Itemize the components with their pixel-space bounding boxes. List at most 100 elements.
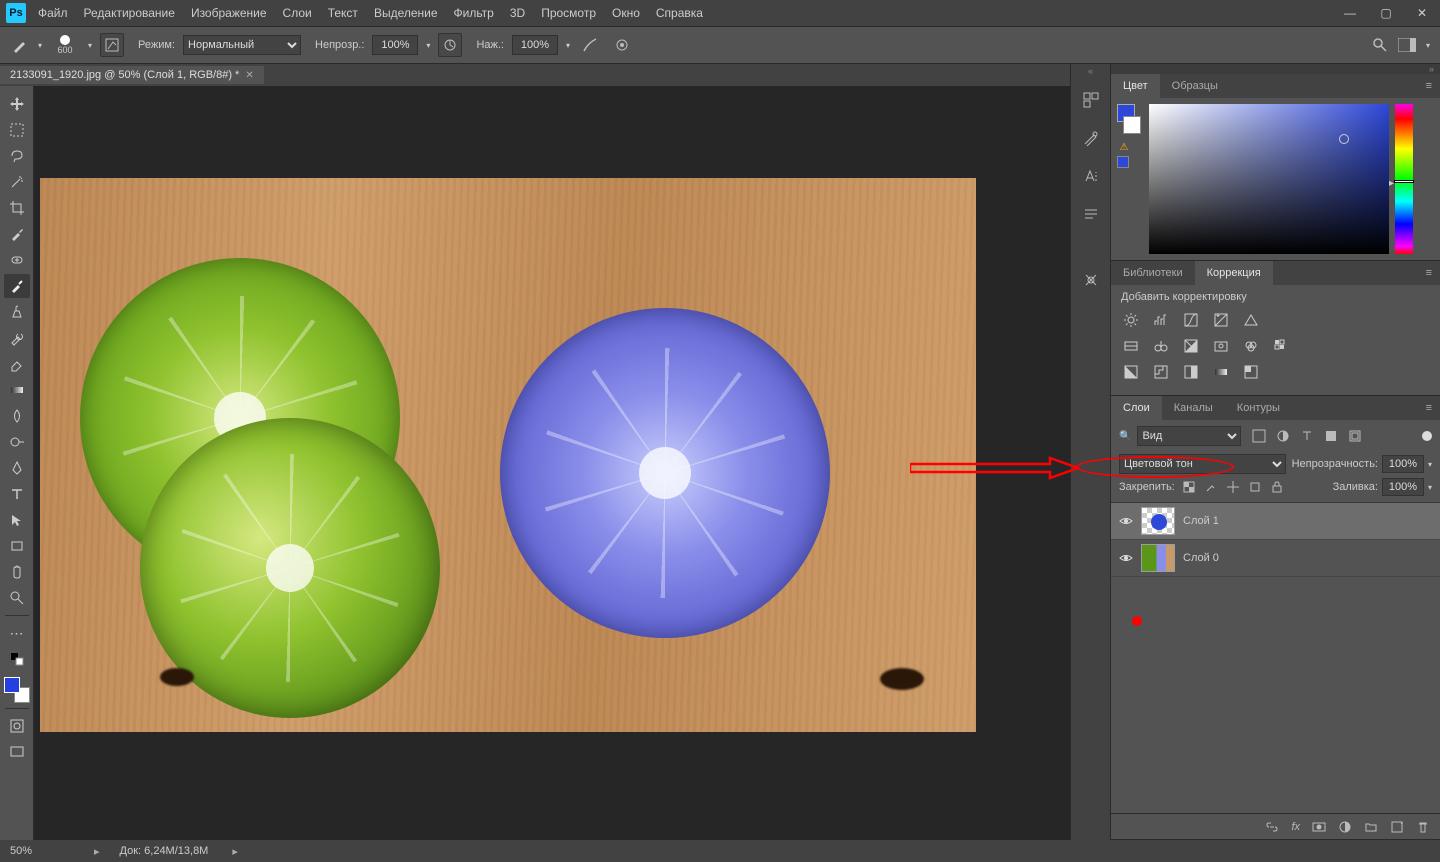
- tab-color[interactable]: Цвет: [1111, 74, 1160, 98]
- exposure-icon[interactable]: [1211, 311, 1231, 329]
- visibility-icon[interactable]: [1119, 514, 1133, 528]
- panel-menu-icon[interactable]: ≡: [1418, 74, 1440, 98]
- layer-kind-select[interactable]: Вид: [1137, 426, 1241, 446]
- levels-icon[interactable]: [1151, 311, 1171, 329]
- dropdown-arrow-icon[interactable]: ▾: [38, 41, 42, 50]
- lock-image-icon[interactable]: [1203, 479, 1219, 495]
- panel-menu-icon[interactable]: ≡: [1418, 261, 1440, 285]
- menu-window[interactable]: Окно: [612, 6, 640, 20]
- layer-name[interactable]: Слой 1: [1183, 515, 1219, 527]
- menu-help[interactable]: Справка: [656, 6, 703, 20]
- pen-tool[interactable]: [4, 456, 30, 480]
- hue-slider[interactable]: [1395, 104, 1413, 254]
- new-layer-icon[interactable]: [1390, 820, 1404, 834]
- blend-mode-select[interactable]: Нормальный: [183, 35, 301, 55]
- lock-artboard-icon[interactable]: [1247, 479, 1263, 495]
- properties-panel-icon[interactable]: [1079, 126, 1103, 150]
- edit-toolbar-button[interactable]: ⋯: [4, 621, 30, 645]
- filter-toggle[interactable]: [1422, 431, 1432, 441]
- clone-stamp-tool[interactable]: [4, 300, 30, 324]
- flow-input[interactable]: [512, 35, 558, 55]
- menu-image[interactable]: Изображение: [191, 6, 267, 20]
- color-swatches[interactable]: [4, 677, 30, 703]
- paragraph-panel-icon[interactable]: [1079, 202, 1103, 226]
- photo-filter-icon[interactable]: [1211, 337, 1231, 355]
- close-tab-icon[interactable]: ✕: [245, 70, 253, 81]
- tab-channels[interactable]: Каналы: [1162, 396, 1225, 420]
- airbrush-button[interactable]: [578, 33, 602, 57]
- link-layers-icon[interactable]: [1265, 820, 1279, 834]
- layer-fill-input[interactable]: [1382, 478, 1424, 496]
- lock-all-icon[interactable]: [1269, 479, 1285, 495]
- layer-thumbnail[interactable]: [1141, 544, 1175, 572]
- dropdown-arrow-icon[interactable]: ▾: [426, 41, 430, 50]
- history-panel-icon[interactable]: [1079, 88, 1103, 112]
- default-colors-icon[interactable]: [4, 647, 30, 671]
- tab-swatches[interactable]: Образцы: [1160, 74, 1230, 98]
- lasso-tool[interactable]: [4, 144, 30, 168]
- doc-info[interactable]: Док: 6,24M/13,8M: [120, 845, 209, 857]
- close-button[interactable]: ✕: [1404, 0, 1440, 26]
- pressure-size-button[interactable]: [610, 33, 634, 57]
- character-panel-icon[interactable]: [1079, 164, 1103, 188]
- tab-libraries[interactable]: Библиотеки: [1111, 261, 1195, 285]
- minimize-button[interactable]: —: [1332, 0, 1368, 26]
- brushes-panel-icon[interactable]: [1079, 268, 1103, 292]
- magic-wand-tool[interactable]: [4, 170, 30, 194]
- bw-icon[interactable]: [1181, 337, 1201, 355]
- lock-position-icon[interactable]: [1225, 479, 1241, 495]
- filter-pixel-icon[interactable]: [1251, 428, 1267, 444]
- search-icon[interactable]: [1372, 37, 1388, 53]
- dodge-tool[interactable]: [4, 430, 30, 454]
- menu-edit[interactable]: Редактирование: [84, 6, 175, 20]
- marquee-tool[interactable]: [4, 118, 30, 142]
- menu-text[interactable]: Текст: [328, 6, 358, 20]
- collapse-dock-icon[interactable]: «: [1071, 66, 1110, 76]
- healing-brush-tool[interactable]: [4, 248, 30, 272]
- menu-3d[interactable]: 3D: [510, 6, 525, 20]
- hue-sat-icon[interactable]: [1121, 337, 1141, 355]
- gradient-map-icon[interactable]: [1211, 363, 1231, 381]
- brush-tool[interactable]: [4, 274, 30, 298]
- adjustment-layer-icon[interactable]: [1338, 820, 1352, 834]
- selective-color-icon[interactable]: [1241, 363, 1261, 381]
- menu-filter[interactable]: Фильтр: [454, 6, 494, 20]
- background-swatch[interactable]: [1123, 116, 1141, 134]
- document-tab[interactable]: 2133091_1920.jpg @ 50% (Слой 1, RGB/8#) …: [0, 66, 264, 84]
- filter-shape-icon[interactable]: [1323, 428, 1339, 444]
- opacity-input[interactable]: [372, 35, 418, 55]
- threshold-icon[interactable]: [1181, 363, 1201, 381]
- filter-adjustment-icon[interactable]: [1275, 428, 1291, 444]
- delete-layer-icon[interactable]: [1416, 820, 1430, 834]
- filter-type-icon[interactable]: [1299, 428, 1315, 444]
- curves-icon[interactable]: [1181, 311, 1201, 329]
- posterize-icon[interactable]: [1151, 363, 1171, 381]
- workspace-button[interactable]: [1398, 38, 1416, 52]
- eyedropper-tool[interactable]: [4, 222, 30, 246]
- color-field[interactable]: [1149, 104, 1389, 254]
- gamut-color[interactable]: [1117, 156, 1129, 168]
- color-lookup-icon[interactable]: [1271, 337, 1291, 355]
- zoom-tool[interactable]: [4, 586, 30, 610]
- brush-size-preview[interactable]: 600: [50, 35, 80, 55]
- blur-tool[interactable]: [4, 404, 30, 428]
- blend-mode-select[interactable]: Цветовой тон: [1119, 454, 1286, 474]
- screen-mode-button[interactable]: [4, 740, 30, 764]
- doc-arrow-icon[interactable]: ▸: [232, 845, 238, 858]
- layer-item[interactable]: Слой 1: [1111, 503, 1440, 540]
- hand-tool[interactable]: [4, 560, 30, 584]
- document-canvas[interactable]: [40, 178, 976, 732]
- gradient-tool[interactable]: [4, 378, 30, 402]
- filter-smart-icon[interactable]: [1347, 428, 1363, 444]
- history-brush-tool[interactable]: [4, 326, 30, 350]
- invert-icon[interactable]: [1121, 363, 1141, 381]
- tab-adjustments[interactable]: Коррекция: [1195, 261, 1273, 285]
- type-tool[interactable]: [4, 482, 30, 506]
- tab-paths[interactable]: Контуры: [1225, 396, 1292, 420]
- brush-tool-icon[interactable]: [10, 35, 30, 55]
- quick-mask-button[interactable]: [4, 714, 30, 738]
- brightness-icon[interactable]: [1121, 311, 1141, 329]
- dropdown-arrow-icon[interactable]: ▾: [566, 41, 570, 50]
- dropdown-arrow-icon[interactable]: ▾: [1426, 41, 1430, 50]
- crop-tool[interactable]: [4, 196, 30, 220]
